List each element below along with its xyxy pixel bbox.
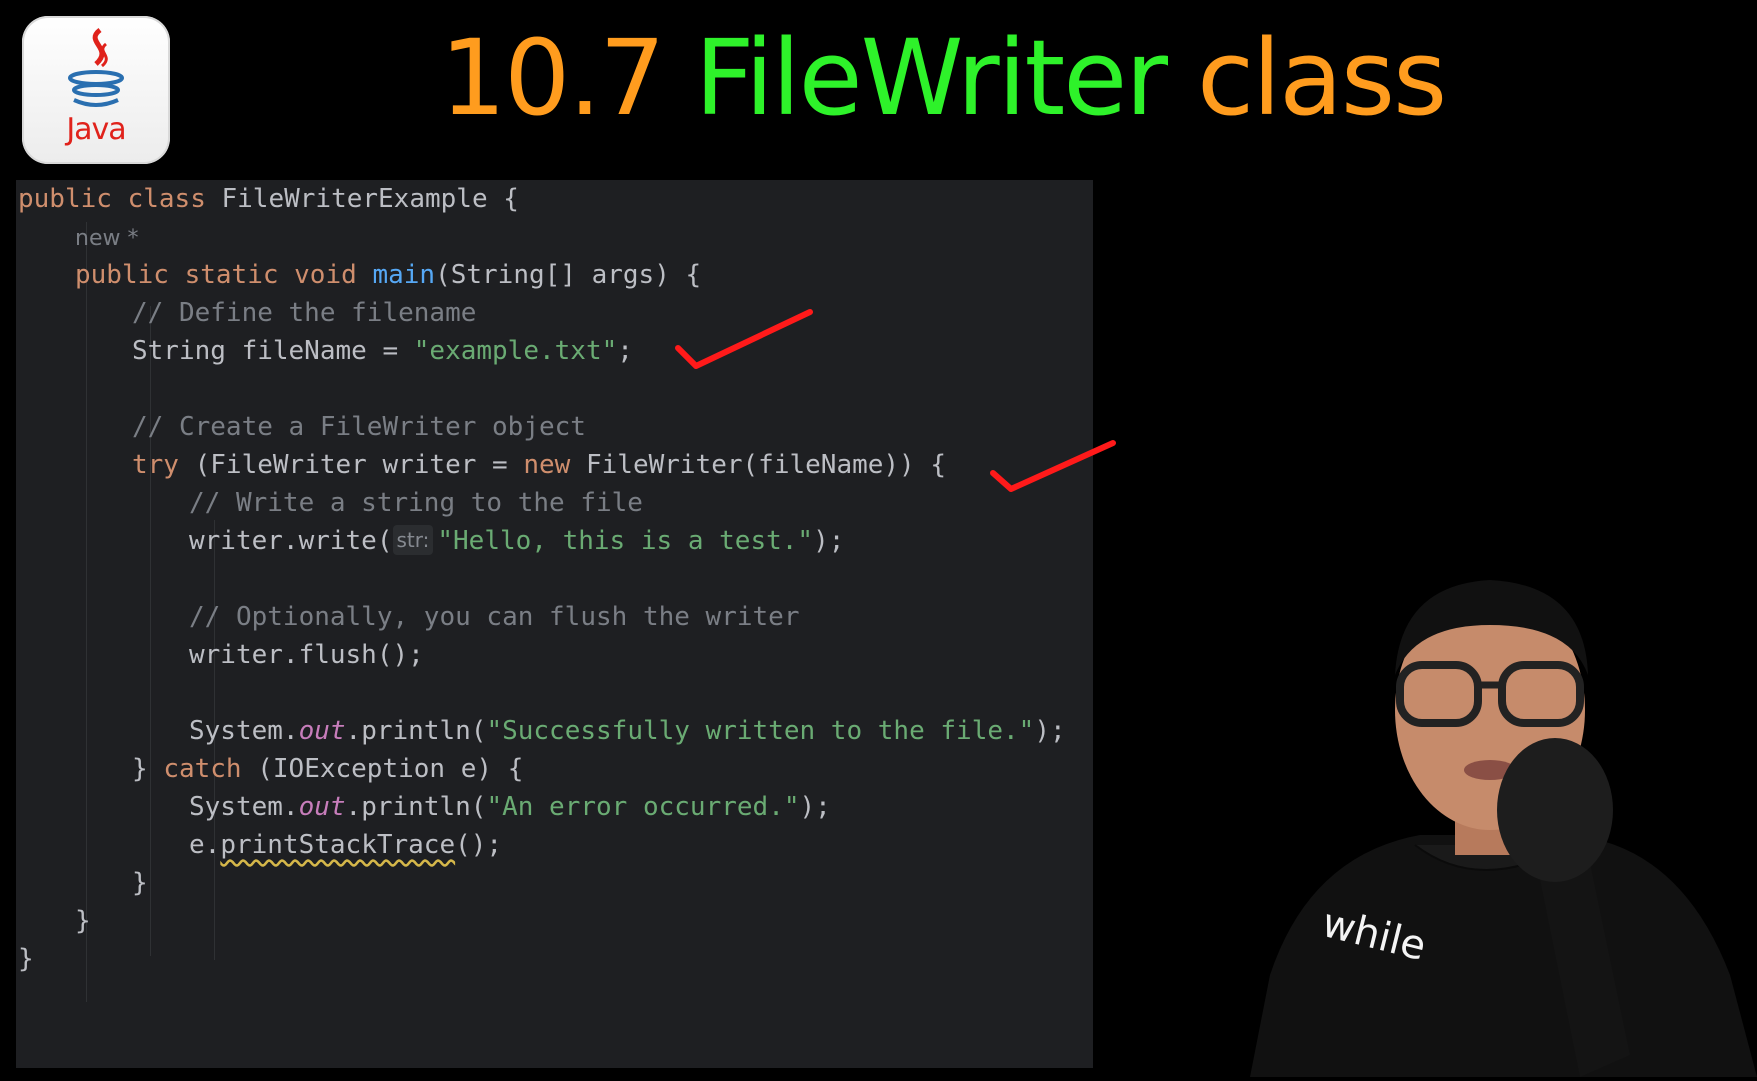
- code-token: public: [75, 260, 185, 290]
- code-token: main: [372, 260, 436, 290]
- code-line[interactable]: writer.write(str: "Hello, this is a test.…: [189, 520, 844, 562]
- presenter-illustration: while: [1250, 580, 1757, 1077]
- code-token: writer.flush();: [189, 640, 424, 670]
- code-line[interactable]: writer.flush();: [189, 634, 424, 676]
- code-token: (IOException e) {: [257, 754, 524, 784]
- code-token: new: [523, 450, 586, 480]
- code-token: }: [132, 868, 148, 898]
- checkmark-annotation: [675, 309, 813, 369]
- code-line[interactable]: System.out.println("Successfully written…: [189, 710, 1066, 752]
- code-token: printStackTrace: [220, 830, 456, 860]
- code-token: .println(: [345, 792, 487, 822]
- code-token: e.: [189, 830, 221, 860]
- parameter-hint: str:: [392, 525, 434, 555]
- code-line[interactable]: System.out.println("An error occurred.")…: [189, 786, 831, 828]
- code-token: );: [799, 792, 831, 822]
- code-token: // Write a string to the file: [189, 488, 643, 518]
- presenter-shirt: [1250, 835, 1757, 1077]
- code-token: try: [132, 450, 195, 480]
- code-token: "An error occurred.": [486, 792, 800, 822]
- java-coffee-cup-icon: [68, 28, 124, 107]
- code-token: "Hello, this is a test.": [437, 526, 814, 556]
- code-token: (String[] args) {: [435, 260, 702, 290]
- indent-guide: [150, 306, 151, 956]
- code-token: FileWriterExample {: [221, 184, 519, 214]
- code-token: void: [294, 260, 373, 290]
- code-line[interactable]: try (FileWriter writer = new FileWriter(…: [132, 444, 946, 486]
- code-token: (FileWriter writer =: [194, 450, 524, 480]
- code-token: "example.txt": [413, 336, 618, 366]
- java-logo: Java: [22, 16, 170, 164]
- code-token: ();: [455, 830, 503, 860]
- code-token: writer.write(: [189, 526, 393, 556]
- code-line[interactable]: }: [75, 900, 91, 942]
- code-token: System.: [189, 716, 299, 746]
- code-line[interactable]: } catch (IOException e) {: [132, 748, 523, 790]
- checkmark-annotation: [990, 440, 1116, 492]
- code-token: // Define the filename: [132, 298, 477, 328]
- code-token: System.: [189, 792, 299, 822]
- code-token: public: [18, 184, 128, 214]
- code-token: String fileName =: [132, 336, 414, 366]
- code-line[interactable]: // Define the filename: [132, 292, 476, 334]
- code-editor[interactable]: public class FileWriterExample { new * pub…: [16, 180, 1093, 1068]
- code-line[interactable]: // Optionally, you can flush the writer: [189, 596, 799, 638]
- code-token: ;: [617, 336, 633, 366]
- code-line[interactable]: String fileName = "example.txt";: [132, 330, 633, 372]
- code-line[interactable]: public class FileWriterExample {: [18, 180, 519, 220]
- code-token: // Optionally, you can flush the writer: [189, 602, 800, 632]
- title-suffix: class: [1197, 17, 1447, 139]
- microphone: [1497, 738, 1613, 882]
- code-line[interactable]: e.printStackTrace();: [189, 824, 502, 866]
- title-number: 10.7: [440, 17, 666, 139]
- java-logo-label: Java: [66, 112, 126, 147]
- code-line[interactable]: // Write a string to the file: [189, 482, 643, 524]
- code-token: class: [127, 184, 222, 214]
- code-token: catch: [163, 754, 258, 784]
- code-token: FileWriter(fileName)) {: [585, 450, 947, 480]
- code-line[interactable]: public static void main(String[] args) {: [75, 254, 701, 296]
- code-token: }: [132, 754, 164, 784]
- code-line[interactable]: }: [18, 938, 34, 980]
- code-token: "Successfully written to the file.": [486, 716, 1035, 746]
- slide-title: 10.7 FileWriter class: [440, 17, 1447, 139]
- code-token: }: [18, 944, 34, 974]
- code-line[interactable]: }: [132, 862, 148, 904]
- code-token: static: [184, 260, 295, 290]
- code-token: }: [75, 906, 91, 936]
- code-token: new *: [75, 226, 139, 251]
- code-token: // Create a FileWriter object: [132, 412, 586, 442]
- code-token: out: [298, 716, 346, 746]
- indent-guide: [86, 222, 87, 1002]
- code-token: );: [1034, 716, 1066, 746]
- title-main: FileWriter: [694, 17, 1168, 139]
- code-token: out: [298, 792, 346, 822]
- code-token: .println(: [345, 716, 487, 746]
- code-line[interactable]: // Create a FileWriter object: [132, 406, 586, 448]
- code-token: );: [813, 526, 845, 556]
- code-line[interactable]: new *: [75, 216, 138, 258]
- presenter-video: while: [1250, 555, 1757, 1077]
